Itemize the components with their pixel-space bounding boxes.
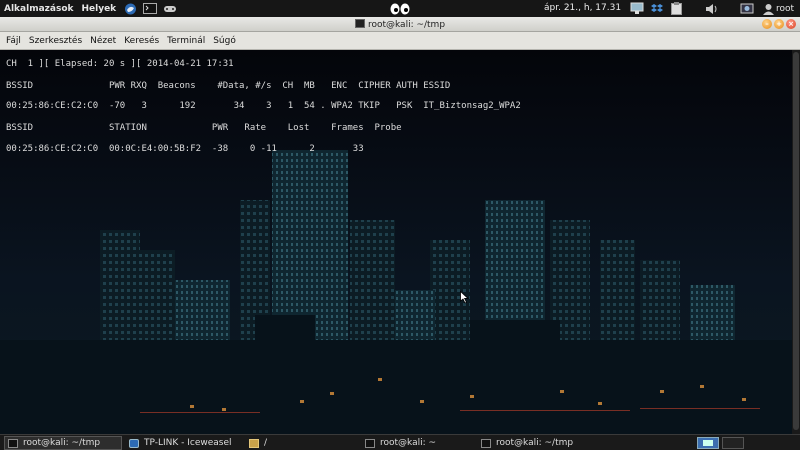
maximize-icon: + xyxy=(776,20,782,28)
taskbar: root@kali: ~/tmp TP-LINK - Iceweasel / r… xyxy=(0,434,800,450)
network-icon[interactable] xyxy=(630,1,644,16)
menu-help[interactable]: Súgó xyxy=(209,36,240,46)
dropbox-icon[interactable] xyxy=(651,1,663,16)
game-controller-icon[interactable] xyxy=(163,3,177,15)
station-table-row: 00:25:86:CE:C2:C0 00:0C:E4:00:5B:F2 -38 … xyxy=(6,144,364,154)
applications-menu[interactable]: Alkalmazások xyxy=(0,4,77,14)
terminal-icon xyxy=(365,438,375,448)
airodump-status-line: CH 1 ][ Elapsed: 20 s ][ 2014-04-21 17:3… xyxy=(6,59,234,69)
window-titlebar[interactable]: root@kali: ~/tmp – + × xyxy=(0,17,800,32)
iceweasel-icon xyxy=(129,438,139,448)
task-file-manager[interactable]: / xyxy=(246,436,358,450)
volume-icon[interactable] xyxy=(705,1,718,16)
clipboard-icon[interactable] xyxy=(671,1,682,16)
places-menu[interactable]: Helyek xyxy=(77,4,120,14)
window-title: root@kali: ~/tmp xyxy=(367,20,446,30)
terminal-icon xyxy=(8,438,18,448)
menubar: Fájl Szerkesztés Nézet Keresés Terminál … xyxy=(0,32,800,50)
user-menu[interactable]: root xyxy=(776,1,794,16)
top-panel: Alkalmazások Helyek ápr. 21., h, 17.31 r… xyxy=(0,0,800,17)
iceweasel-launcher-icon[interactable] xyxy=(123,3,137,15)
user-icon[interactable] xyxy=(763,1,774,16)
menu-file[interactable]: Fájl xyxy=(2,36,25,46)
ap-table-header: BSSID PWR RXQ Beacons #Data, #/s CH MB E… xyxy=(6,81,451,91)
maximize-button[interactable]: + xyxy=(774,19,784,29)
menu-terminal[interactable]: Terminál xyxy=(163,36,209,46)
menu-view[interactable]: Nézet xyxy=(86,36,120,46)
task-terminal-home[interactable]: root@kali: ~ xyxy=(362,436,474,450)
mouse-cursor-icon xyxy=(460,291,469,304)
ap-table-row: 00:25:86:CE:C2:C0 -70 3 192 34 3 1 54 . … xyxy=(6,101,521,111)
workspace-1[interactable] xyxy=(697,437,719,449)
task-label: root@kali: ~ xyxy=(380,438,437,448)
close-button[interactable]: × xyxy=(786,19,796,29)
terminal-icon xyxy=(354,19,365,28)
task-iceweasel[interactable]: TP-LINK - Iceweasel xyxy=(126,436,246,450)
task-terminal-tmp-1[interactable]: root@kali: ~/tmp xyxy=(4,436,122,450)
workspace-window-preview xyxy=(703,440,713,446)
terminal-icon xyxy=(481,438,491,448)
task-label: root@kali: ~/tmp xyxy=(23,438,101,448)
task-label: / xyxy=(264,438,268,448)
terminal-area[interactable]: CH 1 ][ Elapsed: 20 s ][ 2014-04-21 17:3… xyxy=(0,50,792,434)
menu-edit[interactable]: Szerkesztés xyxy=(25,36,86,46)
terminal-launcher-icon[interactable] xyxy=(143,3,158,15)
screenshot-icon[interactable] xyxy=(740,1,754,16)
close-icon: × xyxy=(788,20,794,28)
menu-search[interactable]: Keresés xyxy=(120,36,163,46)
minimize-icon: – xyxy=(765,20,769,28)
folder-icon xyxy=(249,438,259,448)
window-title-container: root@kali: ~/tmp xyxy=(0,19,800,30)
task-terminal-tmp-2[interactable]: root@kali: ~/tmp xyxy=(478,436,598,450)
eyes-applet-icon xyxy=(390,1,410,16)
terminal-scrollbar[interactable] xyxy=(792,50,800,434)
task-label: root@kali: ~/tmp xyxy=(496,438,574,448)
task-label: TP-LINK - Iceweasel xyxy=(144,438,232,448)
clock[interactable]: ápr. 21., h, 17.31 xyxy=(544,3,621,13)
station-table-header: BSSID STATION PWR Rate Lost Frames Probe xyxy=(6,123,402,133)
minimize-button[interactable]: – xyxy=(762,19,772,29)
workspace-2[interactable] xyxy=(722,437,744,449)
scrollbar-thumb[interactable] xyxy=(793,52,799,430)
